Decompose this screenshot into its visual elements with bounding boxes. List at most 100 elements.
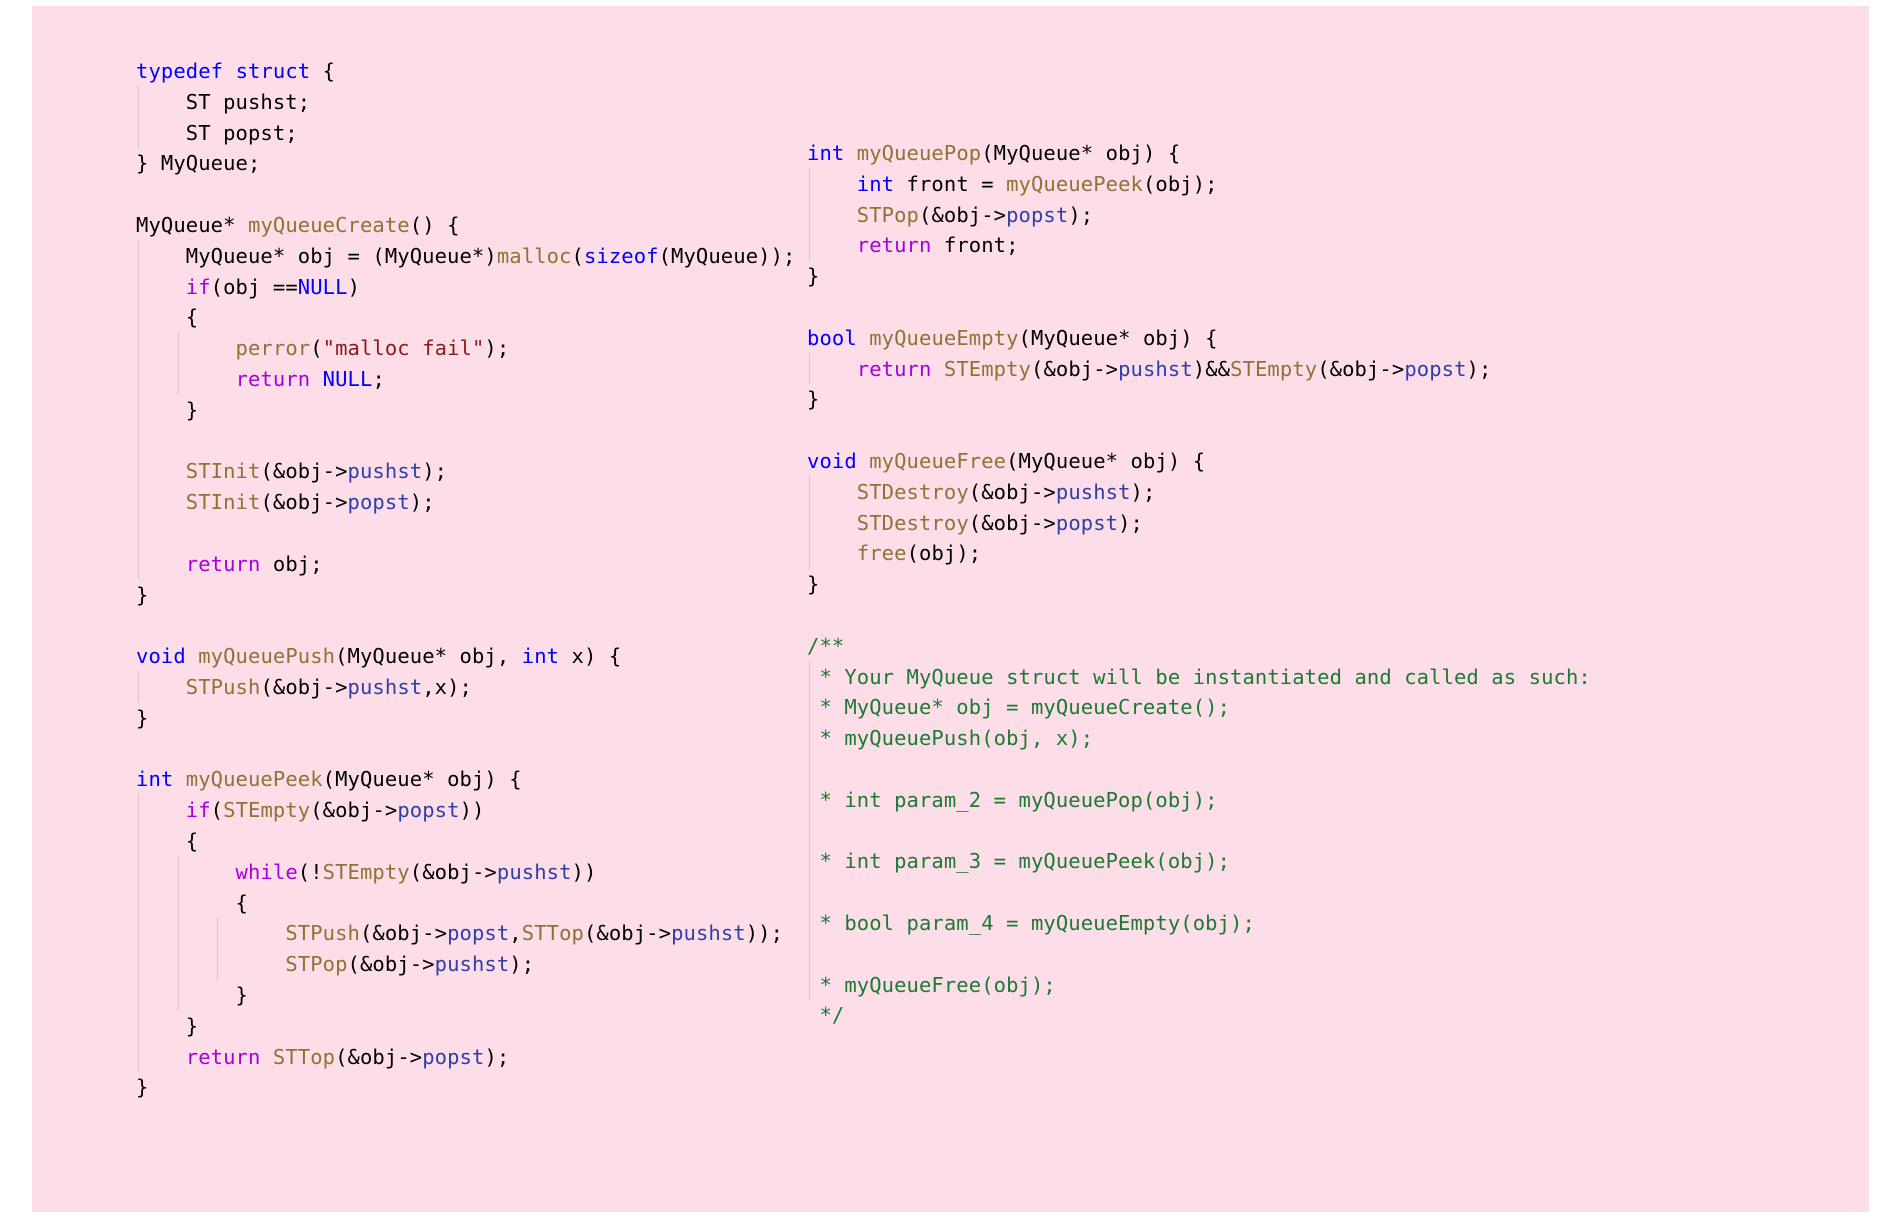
left-code-line: if(STEmpty(&obj->popst)) (136, 794, 795, 826)
code-token: return (235, 366, 311, 391)
right-code-line (807, 600, 1591, 631)
code-token: ); (484, 336, 510, 361)
left-code-line: { (136, 886, 795, 919)
code-token: return (856, 356, 932, 381)
right-code-line (807, 292, 1591, 323)
code-token: (MyQueue* obj, (335, 644, 522, 669)
code-column-left[interactable]: typedef struct { ST pushst; ST popst;} M… (136, 56, 795, 1103)
code-token: (&obj-> (1317, 356, 1405, 381)
left-code-line: MyQueue* myQueueCreate() { (136, 210, 795, 241)
code-token: myQueueEmpty (869, 325, 1019, 350)
code-token: (&obj-> (335, 1044, 423, 1069)
code-token: { (136, 305, 199, 330)
left-code-line (136, 424, 795, 457)
code-token: * myQueuePush(obj, x); (807, 726, 1094, 751)
left-code-line: perror("malloc fail"); (136, 332, 795, 364)
code-token: STTop (521, 921, 584, 946)
code-token: ST popst; (136, 120, 298, 145)
code-token: ; (372, 366, 385, 391)
code-token: STEmpty (223, 798, 311, 823)
code-token: STEmpty (943, 356, 1031, 381)
code-token: x) { (559, 644, 622, 669)
right-code-line: STDestroy(&obj->popst); (807, 506, 1591, 539)
code-token: (&obj-> (583, 921, 672, 946)
code-token: * Your MyQueue struct will be instantiat… (807, 664, 1591, 689)
code-token: */ (807, 1003, 845, 1028)
code-token: () { (409, 212, 460, 237)
code-token: } (136, 1075, 149, 1100)
code-token: ) (347, 274, 361, 299)
code-token: STDestroy (856, 510, 969, 535)
code-token: (&obj-> (260, 459, 348, 484)
code-token: myQueuePeek (185, 767, 323, 792)
code-token: } MyQueue; (136, 151, 261, 176)
code-token: )); (745, 921, 784, 946)
right-code-line: * Your MyQueue struct will be instantiat… (807, 660, 1591, 693)
left-code-line: } (136, 978, 795, 1011)
code-token: * int param_3 = myQueuePeek(obj); (807, 849, 1231, 874)
code-token: (MyQueue)); (658, 243, 796, 268)
code-token: bool (807, 325, 857, 350)
code-token: popst (1404, 356, 1467, 381)
right-code-line: STPop(&obj->popst); (807, 198, 1591, 231)
code-column-right[interactable]: int myQueuePop(MyQueue* obj) { int front… (807, 138, 1591, 1031)
code-token: pushst (347, 674, 423, 699)
code-token: ); (409, 490, 435, 515)
code-token: myQueuePush (198, 644, 336, 669)
right-code-line: } (807, 261, 1591, 292)
code-token: pushst (496, 859, 572, 884)
code-token: myQueueCreate (248, 212, 410, 237)
code-token: NULL (297, 274, 348, 299)
code-token: ); (422, 459, 448, 484)
code-token: ( (571, 243, 584, 268)
right-code-line: free(obj); (807, 537, 1591, 569)
left-code-line: STInit(&obj->pushst); (136, 455, 795, 487)
code-token: } (136, 982, 248, 1007)
code-token: front = (894, 171, 1007, 196)
code-token: (&obj-> (310, 798, 398, 823)
right-code-line: * MyQueue* obj = myQueueCreate(); (807, 691, 1591, 723)
right-code-line: return STEmpty(&obj->pushst)&&STEmpty(&o… (807, 352, 1591, 385)
code-token: } (807, 572, 820, 597)
code-token: void (807, 448, 857, 473)
code-token: if (185, 274, 211, 299)
code-token: ); (1068, 202, 1094, 227)
code-token: { (136, 828, 199, 853)
left-code-line (136, 516, 795, 549)
code-token: int (807, 141, 845, 165)
code-token: int (856, 171, 895, 196)
code-token: * MyQueue* obj = myQueueCreate(); (807, 695, 1231, 720)
code-token: (&obj-> (919, 202, 1007, 227)
left-code-line: ST pushst; (136, 85, 795, 118)
code-token: popst (447, 921, 510, 946)
code-token: } (136, 705, 149, 730)
code-token: int (136, 767, 174, 792)
right-code-line: STDestroy(&obj->pushst); (807, 475, 1591, 508)
code-token: } (807, 387, 820, 412)
code-token: (&obj-> (260, 674, 348, 699)
right-code-line: /** (807, 631, 1591, 662)
code-token: ST pushst; (136, 89, 311, 114)
left-code-line: while(!STEmpty(&obj->pushst)) (136, 855, 795, 888)
code-token: STInit (185, 459, 261, 484)
code-token: pushst (671, 921, 746, 946)
code-token: , (509, 921, 522, 946)
